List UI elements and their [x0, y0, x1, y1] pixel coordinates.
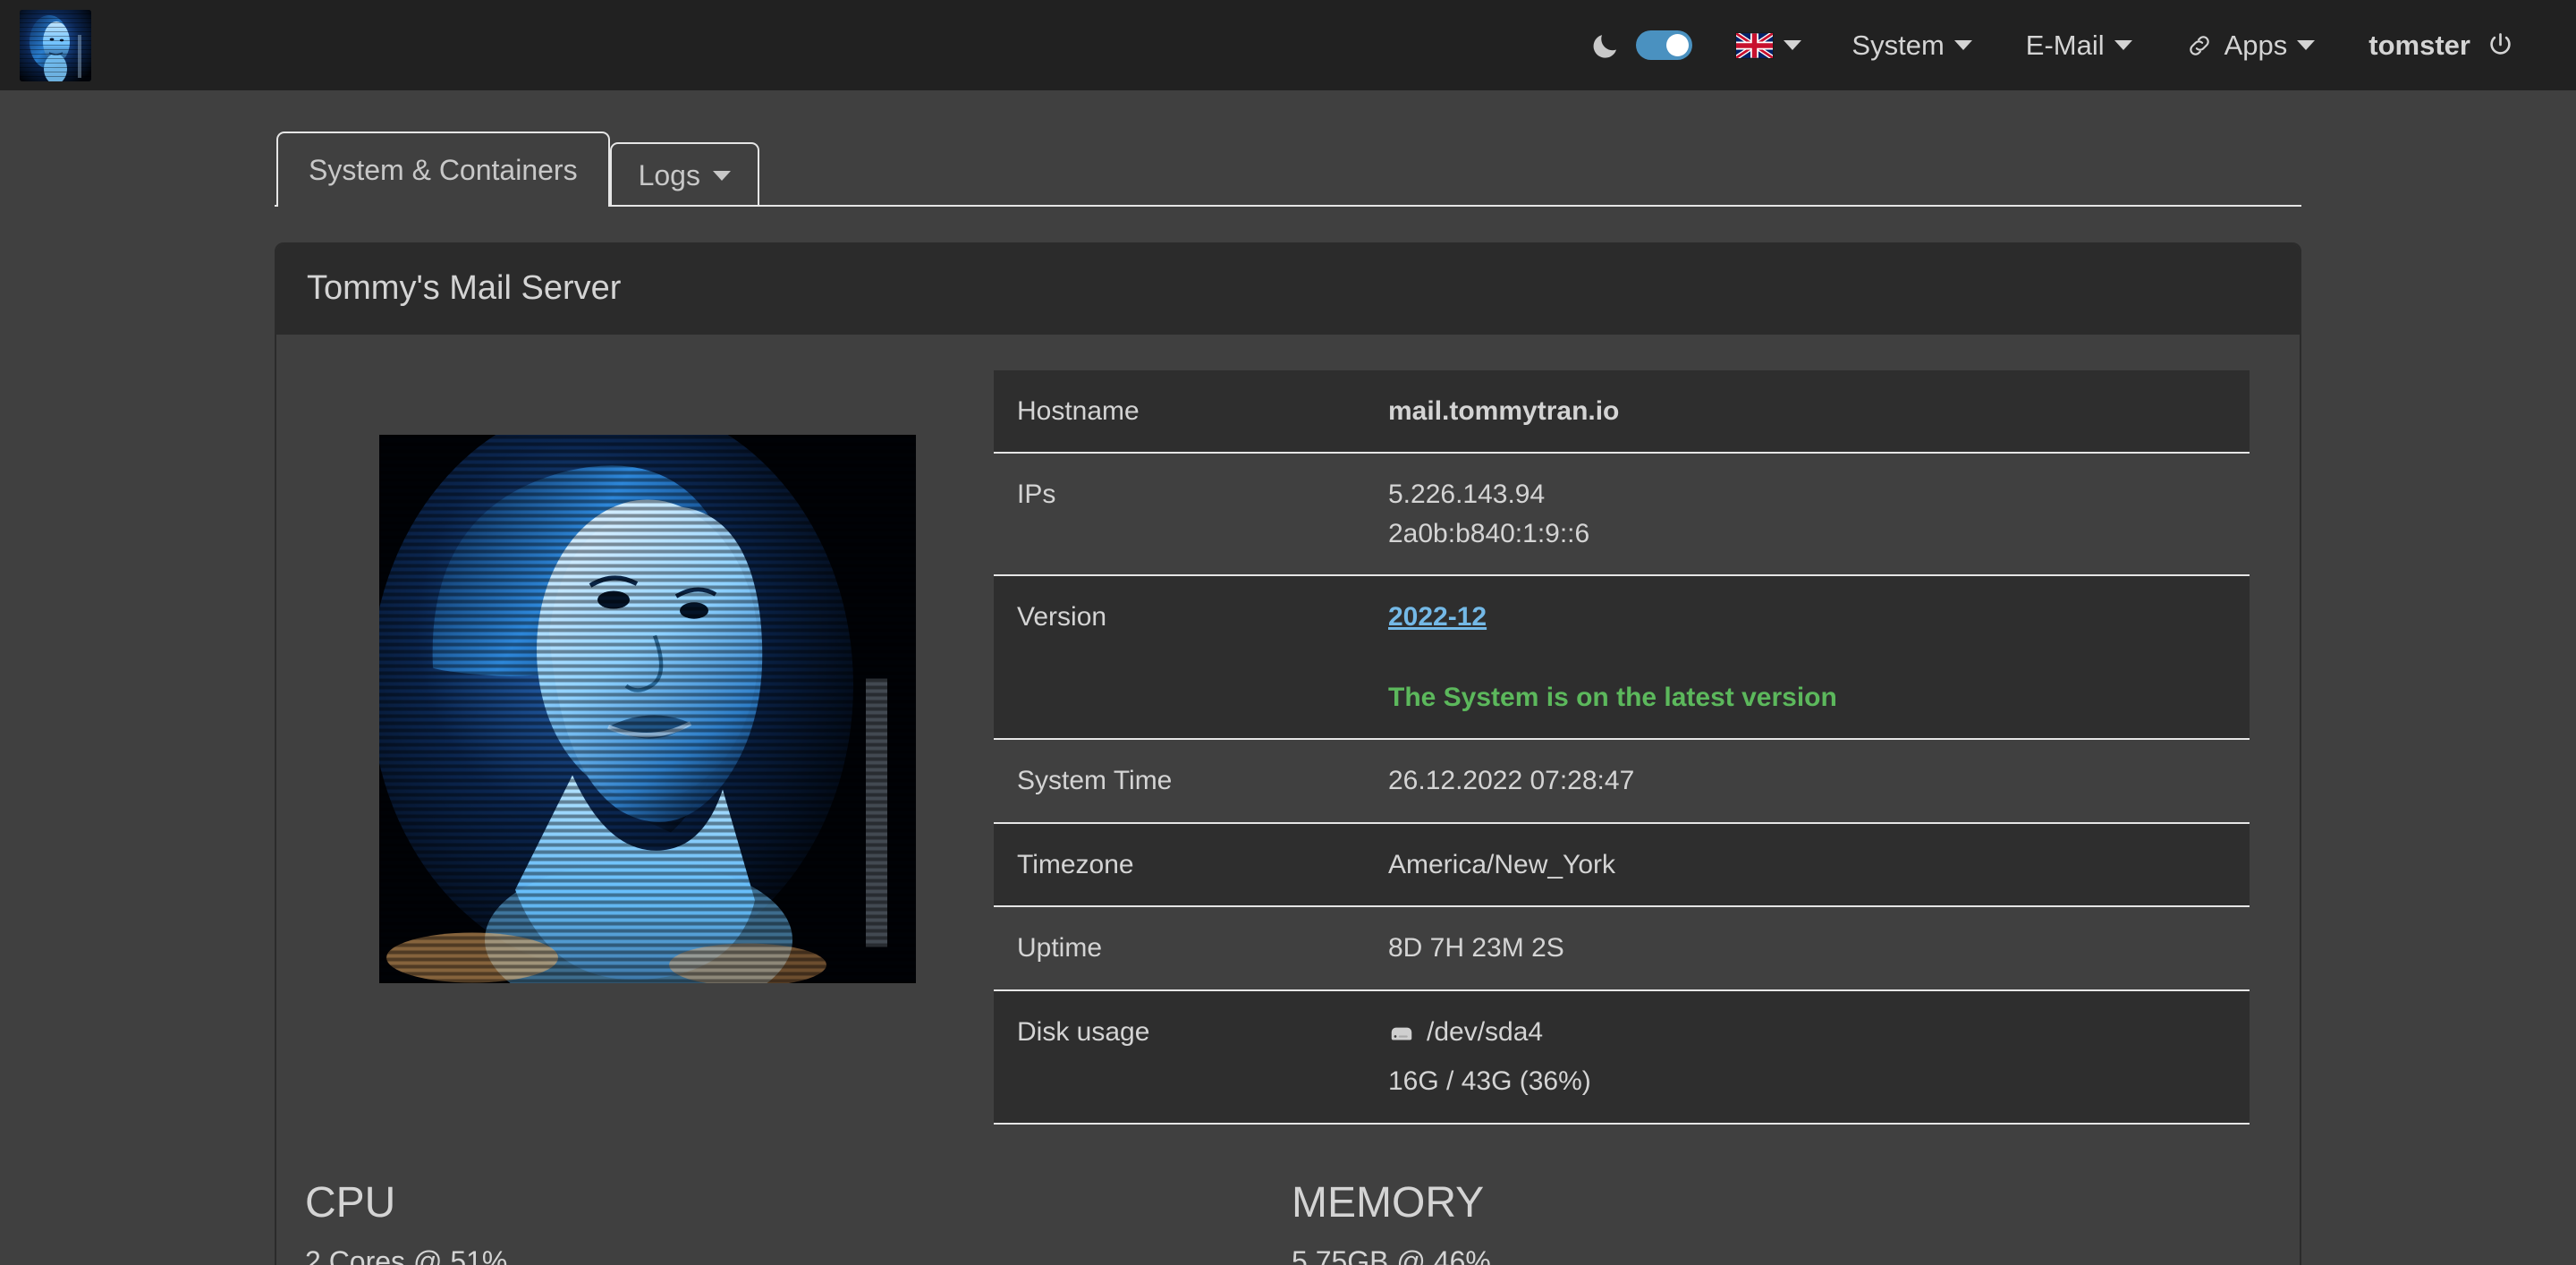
table-row: Version 2022-12 The System is on the lat… [994, 575, 2250, 739]
server-image [379, 435, 916, 983]
chevron-down-icon [1954, 40, 1972, 50]
power-icon[interactable] [2486, 30, 2515, 60]
user-menu[interactable]: tomster [2342, 0, 2542, 90]
disk-device-label: /dev/sda4 [1427, 1013, 1543, 1052]
stat-cpu: CPU 2 Cores @ 51% [301, 1178, 1288, 1265]
theme-toggle-group [1590, 30, 1712, 61]
row-key-hostname: Hostname [994, 370, 1365, 454]
chevron-down-icon [1784, 40, 1801, 50]
cortana-hologram-image [379, 435, 916, 983]
row-value-uptime: 8D 7H 23M 2S [1365, 906, 2250, 990]
nav-menu-system-label: System [1852, 31, 1944, 59]
language-selector[interactable] [1712, 32, 1825, 59]
table-row: Disk usage /dev/s [994, 990, 2250, 1124]
chevron-down-icon [713, 171, 731, 181]
system-info-column: Hostname mail.tommytran.io IPs 5.226.143… [994, 370, 2275, 1125]
brand-logo[interactable] [20, 10, 91, 81]
moon-icon [1590, 30, 1621, 61]
chevron-down-icon [2297, 40, 2315, 50]
stat-cpu-title: CPU [305, 1178, 1288, 1227]
navbar-right-group: System E-Mail Apps tomster [1590, 0, 2542, 90]
tab-system-and-containers[interactable]: System & Containers [276, 132, 610, 207]
stat-cpu-value: 2 Cores @ 51% [305, 1244, 1288, 1265]
nav-menu-email[interactable]: E-Mail [1999, 0, 2159, 90]
content-container: System & Containers Logs Tommy's Mail Se… [275, 90, 2301, 1265]
row-key-timezone: Timezone [994, 823, 1365, 907]
table-row: Uptime 8D 7H 23M 2S [994, 906, 2250, 990]
row-key-version: Version [994, 575, 1365, 739]
nav-menu-apps[interactable]: Apps [2159, 0, 2343, 90]
row-value-version: 2022-12 The System is on the latest vers… [1365, 575, 2250, 739]
nav-menu-apps-label: Apps [2224, 31, 2288, 59]
top-navbar: System E-Mail Apps tomster [0, 0, 2576, 90]
row-key-system-time: System Time [994, 739, 1365, 823]
row-value-system-time: 26.12.2022 07:28:47 [1365, 739, 2250, 823]
card-body: Hostname mail.tommytran.io IPs 5.226.143… [276, 335, 2300, 1265]
disk-size-label: 16G / 43G (36%) [1388, 1062, 2226, 1101]
stat-memory-title: MEMORY [1292, 1178, 2275, 1227]
table-row: System Time 26.12.2022 07:28:47 [994, 739, 2250, 823]
row-value-hostname: mail.tommytran.io [1365, 370, 2250, 454]
hdd-icon [1388, 1021, 1415, 1042]
row-key-uptime: Uptime [994, 906, 1365, 990]
table-row: Hostname mail.tommytran.io [994, 370, 2250, 454]
nav-menu-system[interactable]: System [1825, 0, 1998, 90]
row-value-timezone: America/New_York [1365, 823, 2250, 907]
username-label: tomster [2368, 31, 2470, 59]
page-body: System & Containers Logs Tommy's Mail Se… [0, 90, 2576, 1265]
tab-logs[interactable]: Logs [610, 142, 759, 207]
uk-flag-icon [1735, 32, 1774, 59]
table-row: Timezone America/New_York [994, 823, 2250, 907]
tab-logs-label: Logs [639, 161, 700, 190]
link-icon [2186, 32, 2213, 59]
system-overview-card: Tommy's Mail Server [275, 242, 2301, 1265]
dark-mode-toggle[interactable] [1636, 30, 1692, 60]
version-link[interactable]: 2022-12 [1388, 598, 1487, 637]
tab-bar: System & Containers Logs [275, 132, 2301, 207]
stat-memory-value: 5.75GB @ 46% [1292, 1244, 2275, 1265]
cortana-avatar-logo [20, 10, 91, 81]
tab-system-and-containers-label: System & Containers [309, 156, 578, 184]
chevron-down-icon [2114, 40, 2132, 50]
overview-row: Hostname mail.tommytran.io IPs 5.226.143… [276, 370, 2300, 1125]
resource-stats-row: CPU 2 Cores @ 51% MEMORY 5.75GB @ 46% [276, 1125, 2300, 1265]
row-value-disk-usage: /dev/sda4 16G / 43G (36%) [1365, 990, 2250, 1124]
stat-memory: MEMORY 5.75GB @ 46% [1288, 1178, 2275, 1265]
disk-device: /dev/sda4 [1388, 1013, 2226, 1052]
row-key-disk-usage: Disk usage [994, 990, 1365, 1124]
toggle-knob [1666, 34, 1689, 56]
nav-menu-email-label: E-Mail [2026, 31, 2105, 59]
row-key-ips: IPs [994, 453, 1365, 575]
version-status-text: The System is on the latest version [1388, 678, 2226, 717]
system-info-table: Hostname mail.tommytran.io IPs 5.226.143… [994, 370, 2250, 1125]
server-image-column [301, 370, 994, 983]
card-title: Tommy's Mail Server [276, 244, 2300, 335]
table-row: IPs 5.226.143.94 2a0b:b840:1:9::6 [994, 453, 2250, 575]
row-value-ips: 5.226.143.94 2a0b:b840:1:9::6 [1365, 453, 2250, 575]
